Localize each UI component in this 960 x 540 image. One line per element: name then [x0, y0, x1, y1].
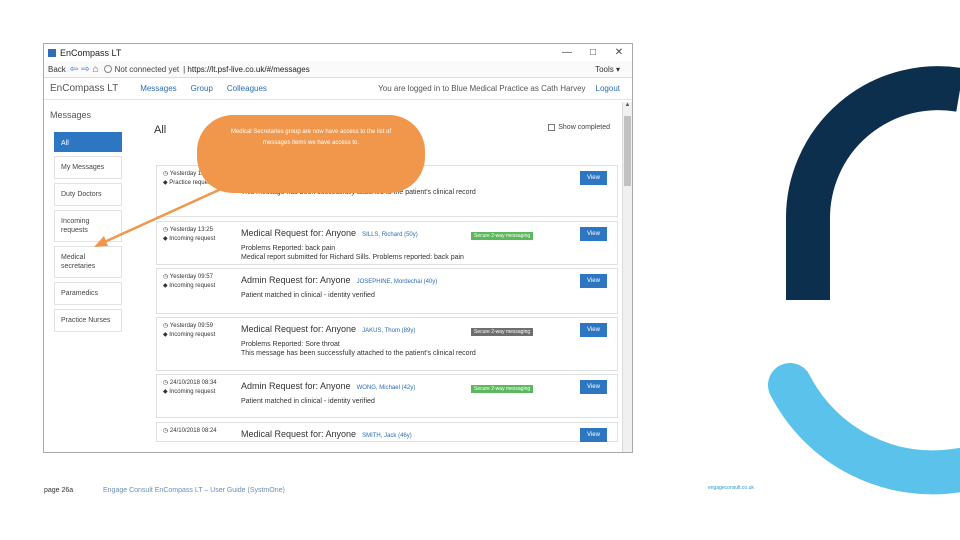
footer-website: engageconsult.co.uk	[708, 485, 754, 491]
request-type: Medical Request for: Anyone	[241, 429, 357, 439]
minimize-button[interactable]: —	[554, 47, 580, 58]
globe-icon	[103, 65, 112, 73]
tools-menu[interactable]: Tools ▾	[595, 65, 620, 74]
window-title: EnCompass LT	[60, 47, 122, 58]
patient-name[interactable]: JOSEPHINE, Mordechai (40y)	[357, 279, 438, 285]
message-title: Admin Request for: Anyone WONG, Michael (…	[241, 381, 415, 391]
sidebar-item-paramedics[interactable]: Paramedics	[54, 282, 122, 305]
message-meta: ◷ 24/10/2018 08:24	[163, 427, 217, 436]
message-row: ◷ 24/10/2018 08:34 ◆ Incoming request Admi…	[156, 374, 618, 418]
home-icon[interactable]: ⌂	[93, 64, 99, 75]
message-kind: Incoming request	[169, 332, 216, 338]
scroll-thumb[interactable]	[624, 116, 631, 186]
app-header: EnCompass LT Messages Group Colleagues Y…	[44, 78, 632, 100]
clock-icon: ◷	[163, 380, 170, 386]
clock-icon: ◷	[163, 274, 170, 280]
message-kind: Incoming request	[169, 283, 216, 289]
view-button[interactable]: View	[580, 380, 607, 394]
view-button[interactable]: View	[580, 274, 607, 288]
message-time: 24/10/2018 08:34	[169, 380, 217, 386]
message-kind: Incoming request	[169, 236, 216, 242]
patient-name[interactable]: WONG, Michael (42y)	[357, 385, 416, 391]
messaging-badge: Secure 2-way messaging	[471, 328, 534, 336]
messages-sidebar: Messages All My Messages Duty Doctors In…	[50, 110, 130, 336]
view-button[interactable]: View	[580, 323, 607, 337]
nav-colleagues[interactable]: Colleagues	[227, 84, 267, 93]
sidebar-item-all[interactable]: All	[54, 132, 122, 152]
forward-arrow-icon[interactable]: ⇨	[81, 64, 89, 75]
message-row: ◷ Yesterday 09:59 ◆ Incoming request Medic…	[156, 317, 618, 371]
address-bar[interactable]: https://lt.psf-live.co.uk/#/messages	[187, 65, 309, 74]
message-time: Yesterday 13:25	[169, 227, 213, 233]
browser-toolbar: Back ⇦ ⇨ ⌂ Not connected yet | https://l…	[44, 61, 632, 78]
message-title: Medical Request for: Anyone SILLS, Richar…	[241, 228, 418, 238]
clock-icon: ◷	[163, 323, 170, 329]
message-body: Problems Reported: back pain Medical rep…	[241, 245, 464, 261]
logout-link[interactable]: Logout	[596, 84, 620, 93]
message-time: Yesterday 09:59	[169, 323, 213, 329]
app-brand: EnCompass LT	[50, 83, 119, 94]
message-body: Problems Reported: Sore throat This mess…	[241, 341, 476, 357]
message-time: 24/10/2018 08:24	[169, 428, 217, 434]
view-button[interactable]: View	[580, 171, 607, 185]
close-button[interactable]: ✕	[606, 47, 632, 58]
back-arrow-icon[interactable]: ⇦	[70, 64, 78, 75]
clock-icon: ◷	[163, 227, 170, 233]
show-completed-toggle[interactable]: Show completed	[548, 124, 610, 131]
connection-status: Not connected yet	[114, 64, 180, 74]
clock-icon: ◷	[163, 171, 170, 177]
message-meta: ◷ Yesterday 13:25 ◆ Incoming request	[163, 226, 215, 244]
message-body: Patient matched in clinical - identity v…	[241, 292, 375, 299]
messaging-badge: Secure 2-way messaging	[471, 232, 534, 240]
show-completed-label: Show completed	[558, 124, 610, 131]
message-body: Patient matched in clinical - identity v…	[241, 398, 375, 405]
back-button[interactable]: Back	[48, 65, 66, 74]
sidebar-heading: Messages	[50, 110, 92, 120]
request-type: Medical Request for: Anyone	[241, 324, 357, 334]
window-controls: — □ ✕	[554, 47, 632, 58]
patient-name[interactable]: JAKUS, Thom (89y)	[362, 328, 415, 334]
message-kind: Incoming request	[169, 389, 216, 395]
sidebar-item-medical-secretaries[interactable]: Medical secretaries	[54, 246, 122, 278]
request-type: Admin Request for: Anyone	[241, 275, 351, 285]
request-type: Medical Request for: Anyone	[241, 228, 357, 238]
message-meta: ◷ Yesterday 09:57 ◆ Incoming request	[163, 273, 215, 291]
vertical-scrollbar[interactable]: ▲	[622, 102, 632, 452]
clock-icon: ◷	[163, 428, 170, 434]
request-type: Admin Request for: Anyone	[241, 381, 351, 391]
message-meta: ◷ 24/10/2018 08:34 ◆ Incoming request	[163, 379, 217, 397]
sidebar-item-my-messages[interactable]: My Messages	[54, 156, 122, 179]
login-status: You are logged in to Blue Medical Practi…	[378, 84, 586, 93]
message-row: ◷ Yesterday 13:25 ◆ Incoming request Medic…	[156, 221, 618, 265]
message-meta: ◷ Yesterday 09:59 ◆ Incoming request	[163, 322, 215, 340]
sidebar-item-incoming-requests[interactable]: Incoming requests	[54, 210, 122, 242]
message-row: ◷ 24/10/2018 08:24 Medical Request for: A…	[156, 422, 618, 442]
patient-name[interactable]: SMITH, Jack (46y)	[362, 433, 412, 439]
message-title: Admin Request for: Anyone JOSEPHINE, Mord…	[241, 275, 437, 285]
show-completed-checkbox[interactable]	[548, 124, 556, 131]
nav-group[interactable]: Group	[191, 84, 213, 93]
message-title: Medical Request for: Anyone JAKUS, Thom (…	[241, 324, 415, 334]
message-time: Yesterday 09:57	[169, 274, 213, 280]
app-icon	[48, 48, 56, 57]
browser-window: EnCompass LT — □ ✕ Back ⇦ ⇨ ⌂ Not connec…	[43, 43, 633, 453]
messaging-badge: Secure 2-way messaging	[471, 385, 534, 393]
maximize-button[interactable]: □	[580, 47, 606, 58]
message-row: ◷ Yesterday 09:57 ◆ Incoming request Admin…	[156, 268, 618, 314]
scroll-up-icon[interactable]: ▲	[623, 102, 632, 108]
view-button[interactable]: View	[580, 227, 607, 241]
window-titlebar: EnCompass LT — □ ✕	[44, 44, 632, 61]
patient-name[interactable]: SILLS, Richard (50y)	[362, 232, 418, 238]
view-button[interactable]: View	[580, 428, 607, 442]
nav-messages[interactable]: Messages	[140, 84, 176, 93]
annotation-callout: Medical Secretaries group are now have a…	[197, 115, 425, 193]
sidebar-item-duty-doctors[interactable]: Duty Doctors	[54, 183, 122, 206]
sidebar-item-practice-nurses[interactable]: Practice Nurses	[54, 309, 122, 332]
message-title: Medical Request for: Anyone SMITH, Jack (…	[241, 429, 412, 439]
footer-document-title: Engage Consult EnCompass LT – User Guide…	[103, 487, 285, 494]
footer-page-number: page 26a	[44, 487, 74, 494]
